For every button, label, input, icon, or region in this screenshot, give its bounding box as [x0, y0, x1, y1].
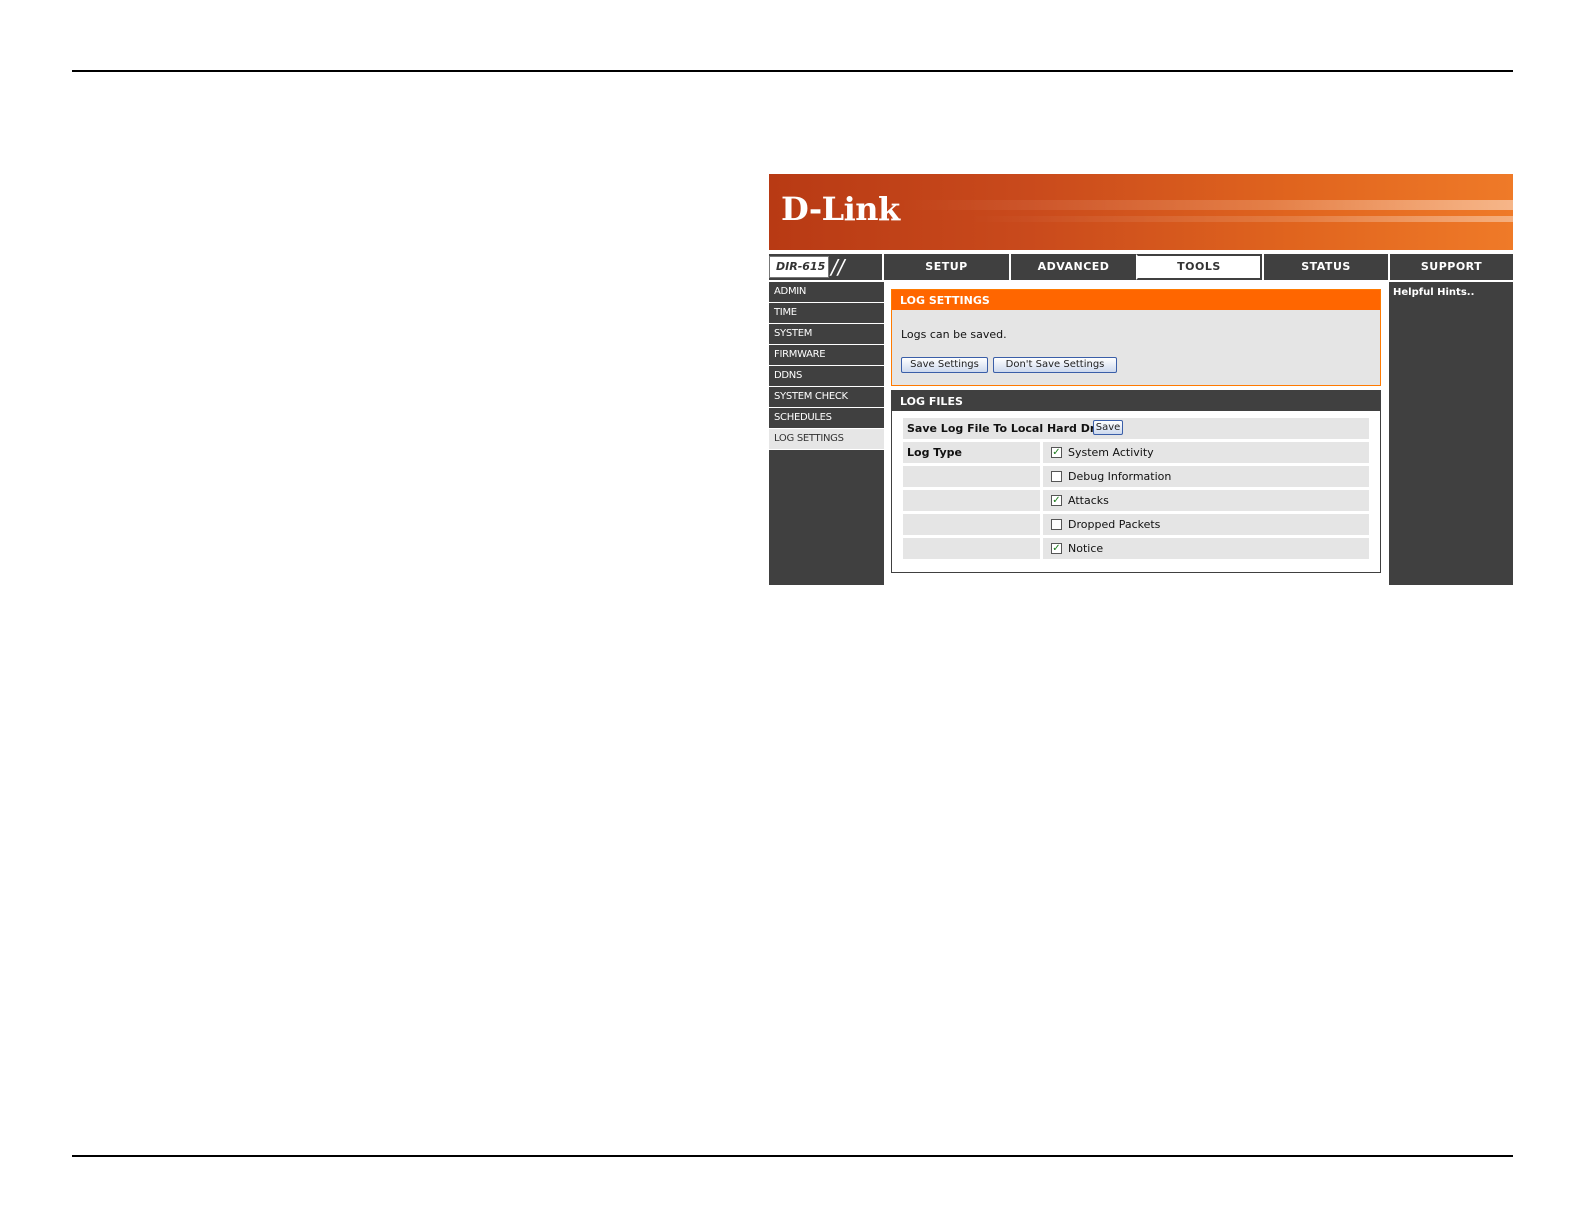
log-files-panel: LOG FILES Save Log File To Local Hard Dr…: [891, 390, 1381, 573]
tab-advanced[interactable]: ADVANCED: [1009, 254, 1136, 280]
bottom-rule: [72, 1155, 1513, 1157]
attacks-label: Attacks: [1068, 494, 1109, 507]
tab-support[interactable]: SUPPORT: [1388, 254, 1513, 280]
top-rule: [72, 70, 1513, 72]
sidebar-item-firmware[interactable]: FIRMWARE: [769, 345, 884, 366]
notice-checkbox[interactable]: ✓: [1051, 543, 1062, 554]
dropped-packets-checkbox[interactable]: [1051, 519, 1062, 530]
top-nav: DIR-615 // SETUP ADVANCED TOOLS STATUS S…: [769, 254, 1513, 280]
log-files-title: LOG FILES: [892, 391, 1380, 411]
sidebar-item-system-check[interactable]: SYSTEM CHECK: [769, 387, 884, 408]
save-log-row: Save Log File To Local Hard Drive Save: [903, 418, 1369, 439]
tab-tools[interactable]: TOOLS: [1136, 254, 1262, 280]
save-settings-button[interactable]: Save Settings: [901, 357, 988, 373]
dont-save-settings-button[interactable]: Don't Save Settings: [993, 357, 1117, 373]
dropped-packets-label: Dropped Packets: [1068, 518, 1161, 531]
log-settings-title: LOG SETTINGS: [892, 290, 1380, 310]
sidebar-item-time[interactable]: TIME: [769, 303, 884, 324]
sidebar: ADMIN TIME SYSTEM FIRMWARE DDNS SYSTEM C…: [769, 282, 884, 585]
slash-decoration: //: [831, 255, 845, 279]
log-type-row: ✓ Attacks: [903, 490, 1369, 511]
attacks-checkbox[interactable]: ✓: [1051, 495, 1062, 506]
sidebar-item-schedules[interactable]: SCHEDULES: [769, 408, 884, 429]
helpful-hints-title: Helpful Hints..: [1393, 287, 1475, 298]
save-log-button[interactable]: Save: [1093, 420, 1123, 435]
notice-label: Notice: [1068, 542, 1104, 555]
sidebar-item-log-settings[interactable]: LOG SETTINGS: [769, 429, 884, 450]
save-log-label: Save Log File To Local Hard Drive: [907, 422, 1114, 435]
log-settings-panel: LOG SETTINGS Logs can be saved. Save Set…: [891, 289, 1381, 386]
debug-information-label: Debug Information: [1068, 470, 1172, 483]
system-activity-checkbox[interactable]: ✓: [1051, 447, 1062, 458]
system-activity-label: System Activity: [1068, 446, 1154, 459]
log-type-row: Log Type ✓ System Activity: [903, 442, 1369, 463]
sidebar-item-system[interactable]: SYSTEM: [769, 324, 884, 345]
log-type-row: Dropped Packets: [903, 514, 1369, 535]
log-type-row: Debug Information: [903, 466, 1369, 487]
log-type-row: ✓ Notice: [903, 538, 1369, 559]
main-content: LOG SETTINGS Logs can be saved. Save Set…: [884, 282, 1389, 585]
helpful-hints-panel: Helpful Hints..: [1389, 282, 1513, 585]
tab-setup[interactable]: SETUP: [882, 254, 1009, 280]
log-type-label: Log Type: [907, 446, 962, 459]
tab-status[interactable]: STATUS: [1262, 254, 1388, 280]
log-settings-message: Logs can be saved.: [901, 328, 1007, 341]
sidebar-item-ddns[interactable]: DDNS: [769, 366, 884, 387]
dlink-banner: D-Link: [769, 174, 1513, 250]
debug-information-checkbox[interactable]: [1051, 471, 1062, 482]
sidebar-item-admin[interactable]: ADMIN: [769, 282, 884, 303]
dlink-logo: D-Link: [781, 190, 900, 228]
model-badge: DIR-615: [769, 256, 829, 278]
router-admin-screenshot: D-Link DIR-615 // SETUP ADVANCED TOOLS S…: [769, 174, 1513, 585]
